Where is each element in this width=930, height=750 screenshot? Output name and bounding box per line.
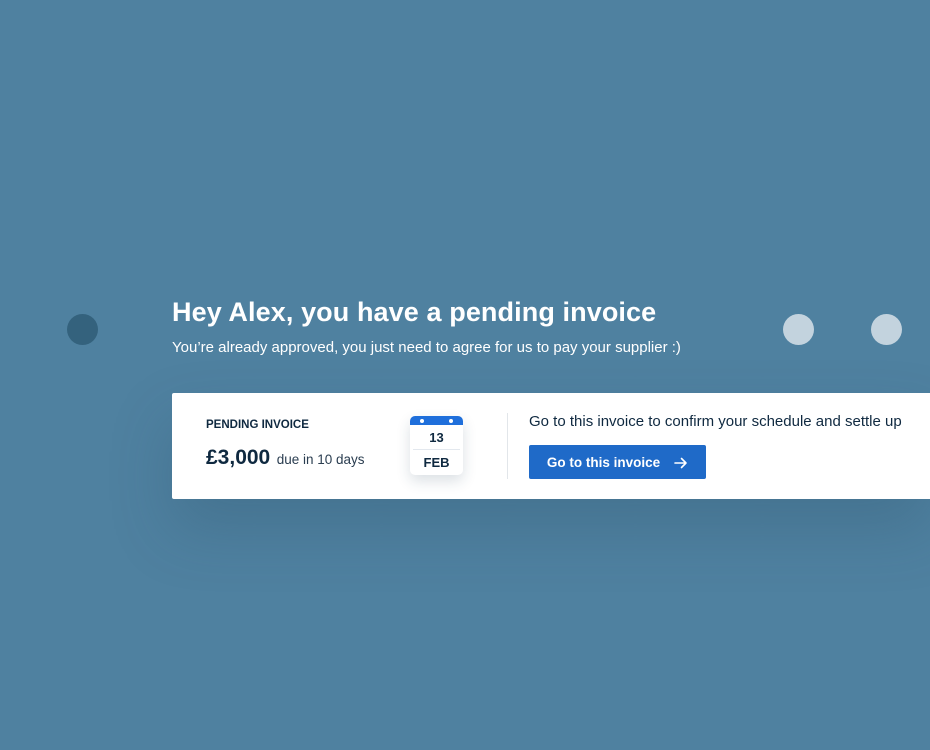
- calendar-divider: [413, 449, 460, 450]
- calendar-ring-left: [420, 419, 424, 423]
- invoice-amount-row: £3,000 due in 10 days: [206, 446, 365, 470]
- invoice-due-text: due in 10 days: [276, 452, 365, 467]
- decorative-dot-middle: [783, 314, 814, 345]
- invoice-amount: £3,000: [206, 446, 271, 469]
- calendar-month: FEB: [423, 455, 450, 470]
- decorative-dot-left: [67, 314, 98, 345]
- arrow-right-icon: [674, 456, 688, 469]
- decorative-dot-right: [871, 314, 902, 345]
- calendar-icon: 13 FEB: [410, 416, 463, 475]
- page-title: Hey Alex, you have a pending invoice: [172, 297, 657, 327]
- page-subtitle: You’re already approved, you just need t…: [172, 339, 681, 356]
- calendar-header: [410, 416, 463, 425]
- pending-invoice-label: PENDING INVOICE: [206, 419, 309, 431]
- pending-invoice-card: PENDING INVOICE £3,000 due in 10 days 13…: [172, 393, 930, 499]
- calendar-ring-right: [449, 419, 453, 423]
- card-divider: [507, 413, 508, 479]
- invoice-message: Go to this invoice to confirm your sched…: [529, 413, 902, 430]
- calendar-day: 13: [429, 430, 444, 445]
- go-to-invoice-button-label: Go to this invoice: [546, 454, 661, 470]
- go-to-invoice-button[interactable]: Go to this invoice: [529, 445, 706, 479]
